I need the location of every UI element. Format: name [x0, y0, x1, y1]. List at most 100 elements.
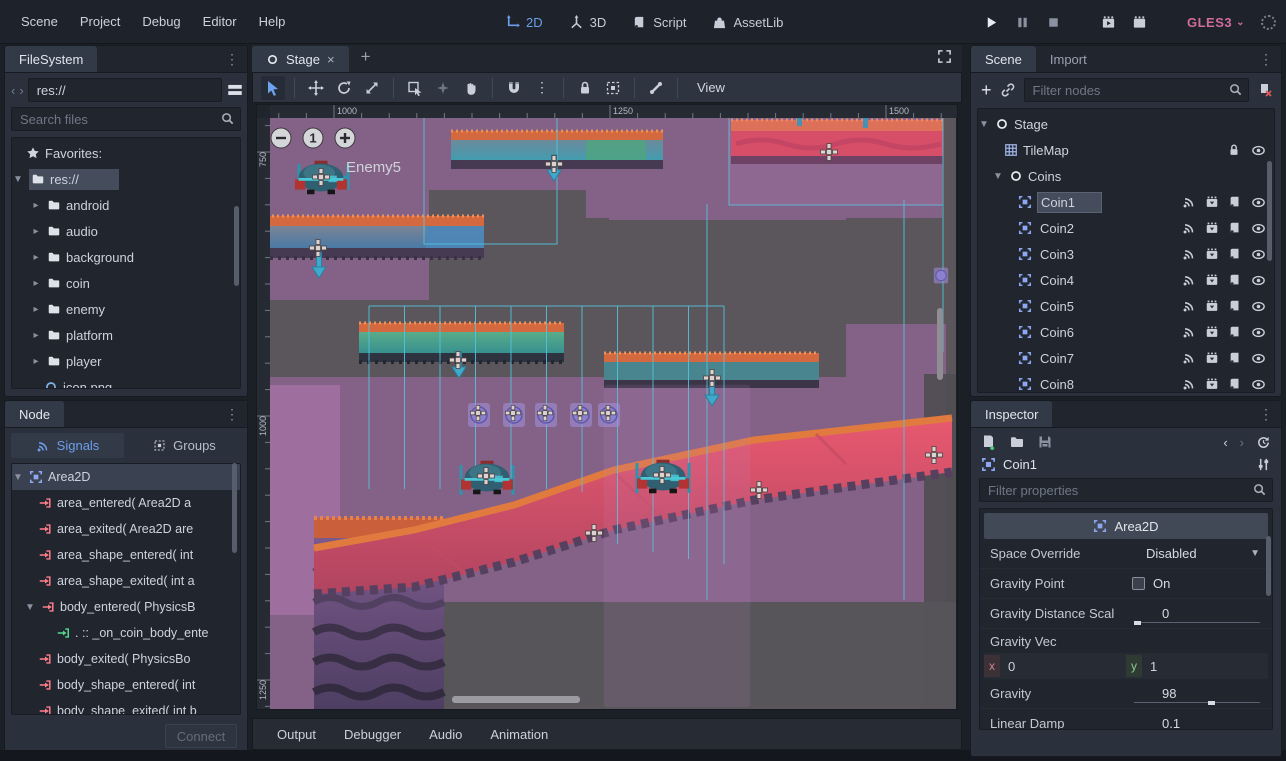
script-icon[interactable]: [1228, 221, 1242, 236]
history-back-icon[interactable]: ‹: [1223, 435, 1227, 450]
play-scene-button[interactable]: [1101, 15, 1116, 30]
script-icon[interactable]: [1228, 195, 1242, 210]
tree-item-coin1[interactable]: Coin1: [978, 189, 1274, 215]
menu-editor[interactable]: Editor: [192, 14, 248, 29]
tree-item-folder[interactable]: ▸platform: [12, 322, 240, 348]
list-select-tool[interactable]: [403, 76, 427, 100]
signal-icon[interactable]: [1182, 247, 1196, 262]
signal-item[interactable]: body_shape_entered( int: [12, 672, 240, 698]
tree-item-folder[interactable]: ▸android: [12, 192, 240, 218]
search-files-input[interactable]: [11, 107, 241, 131]
coin-sprite[interactable]: [934, 268, 948, 284]
script-icon[interactable]: [1228, 351, 1242, 366]
move-tool[interactable]: [304, 76, 328, 100]
signal-icon[interactable]: [1182, 221, 1196, 236]
tab-node[interactable]: Node: [5, 401, 64, 427]
group-badge-icon[interactable]: [1205, 273, 1219, 288]
menu-scene[interactable]: Scene: [10, 14, 69, 29]
signal-connection[interactable]: . :: _on_coin_body_ente: [12, 620, 240, 646]
tree-item-favorites[interactable]: Favorites:: [12, 140, 240, 166]
tree-item-coin4[interactable]: Coin4: [978, 267, 1274, 293]
group-badge-icon[interactable]: [1205, 195, 1219, 210]
signal-item[interactable]: area_shape_entered( int: [12, 542, 240, 568]
dock-menu-icon[interactable]: ⋮: [217, 406, 247, 423]
nav-forward-icon[interactable]: ›: [19, 83, 23, 98]
signals-scrollbar[interactable]: [232, 463, 237, 553]
tree-item-folder[interactable]: ▸player: [12, 348, 240, 374]
platform-sprite[interactable]: [262, 216, 484, 258]
lock-icon[interactable]: [1227, 143, 1241, 158]
tree-item-coins[interactable]: ▼ Coins: [978, 163, 1274, 189]
group-badge-icon[interactable]: [1205, 247, 1219, 262]
zoom-controls[interactable]: 1: [271, 128, 355, 148]
visibility-eye-icon[interactable]: [1251, 325, 1266, 340]
visibility-eye-icon[interactable]: [1251, 221, 1266, 236]
group-badge-icon[interactable]: [1205, 377, 1219, 392]
script-icon[interactable]: [1228, 299, 1242, 314]
new-resource-icon[interactable]: [981, 434, 997, 450]
scene-tab-stage[interactable]: Stage ×: [252, 46, 349, 72]
bottom-tab-debugger[interactable]: Debugger: [334, 727, 411, 742]
filter-properties-input[interactable]: [979, 478, 1273, 502]
signal-item[interactable]: area_shape_exited( int a: [12, 568, 240, 594]
save-resource-icon[interactable]: [1037, 434, 1053, 450]
signal-icon[interactable]: [1182, 299, 1196, 314]
history-forward-icon[interactable]: ›: [1240, 435, 1244, 450]
menu-debug[interactable]: Debug: [131, 14, 191, 29]
lock-object-button[interactable]: [573, 76, 597, 100]
menu-project[interactable]: Project: [69, 14, 131, 29]
connect-button[interactable]: Connect: [165, 724, 237, 748]
tree-item-folder[interactable]: ▸coin: [12, 270, 240, 296]
snap-options-icon[interactable]: ⋮: [530, 76, 554, 100]
menu-help[interactable]: Help: [248, 14, 297, 29]
tab-filesystem[interactable]: FileSystem: [5, 46, 97, 72]
dock-menu-icon[interactable]: ⋮: [217, 51, 247, 68]
mode-assetlib[interactable]: AssetLib: [712, 15, 783, 30]
skeleton-options-button[interactable]: [644, 76, 668, 100]
add-node-button[interactable]: +: [981, 80, 992, 101]
space-override-dropdown[interactable]: Disabled ▼: [1132, 539, 1266, 568]
bottom-tab-output[interactable]: Output: [267, 727, 326, 742]
gravity-vec-x-field[interactable]: 0: [1000, 659, 1126, 674]
tree-item-tilemap[interactable]: TileMap: [978, 137, 1274, 163]
pause-button[interactable]: [1015, 15, 1030, 30]
visibility-eye-icon[interactable]: [1251, 143, 1266, 158]
group-badge-icon[interactable]: [1205, 299, 1219, 314]
signal-item[interactable]: area_exited( Area2D are: [12, 516, 240, 542]
distraction-free-icon[interactable]: [937, 49, 962, 72]
signal-item-body-entered[interactable]: ▼body_entered( PhysicsB: [12, 594, 240, 620]
load-resource-icon[interactable]: [1009, 434, 1025, 450]
signal-item[interactable]: area_entered( Area2D a: [12, 490, 240, 516]
section-header-area2d[interactable]: Area2D: [984, 513, 1268, 539]
tree-item-stage[interactable]: ▼ Stage: [978, 111, 1274, 137]
pan-tool[interactable]: [459, 76, 483, 100]
gravity-field[interactable]: 98: [1132, 679, 1266, 708]
signal-icon[interactable]: [1182, 377, 1196, 392]
path-field[interactable]: [28, 78, 222, 102]
tree-item-coin5[interactable]: Coin5: [978, 293, 1274, 319]
signal-icon[interactable]: [1182, 273, 1196, 288]
bottom-tab-animation[interactable]: Animation: [480, 727, 558, 742]
filesystem-scrollbar[interactable]: [234, 206, 239, 286]
visibility-eye-icon[interactable]: [1251, 351, 1266, 366]
canvas-hscrollbar[interactable]: [452, 696, 580, 703]
dock-menu-icon[interactable]: ⋮: [1251, 406, 1281, 423]
gravity-vec-y-field[interactable]: 1: [1142, 659, 1268, 674]
visibility-eye-icon[interactable]: [1251, 247, 1266, 262]
stop-button[interactable]: [1046, 15, 1061, 30]
display-mode-icon[interactable]: [226, 81, 244, 99]
group-badge-icon[interactable]: [1205, 351, 1219, 366]
tree-item-coin6[interactable]: Coin6: [978, 319, 1274, 345]
gravity-point-checkbox[interactable]: [1132, 577, 1145, 590]
tab-inspector[interactable]: Inspector: [971, 401, 1052, 427]
signal-item[interactable]: body_shape_exited( int b: [12, 698, 240, 715]
signal-icon[interactable]: [1182, 195, 1196, 210]
group-object-button[interactable]: [601, 76, 625, 100]
history-icon[interactable]: [1256, 435, 1271, 450]
renderer-dropdown[interactable]: GLES3⌄: [1187, 15, 1245, 30]
linear-damp-field[interactable]: 0.1: [1132, 709, 1266, 730]
canvas-vscrollbar[interactable]: [937, 308, 943, 380]
close-icon[interactable]: ×: [327, 52, 335, 67]
group-badge-icon[interactable]: [1205, 325, 1219, 340]
mode-script[interactable]: Script: [632, 15, 686, 30]
